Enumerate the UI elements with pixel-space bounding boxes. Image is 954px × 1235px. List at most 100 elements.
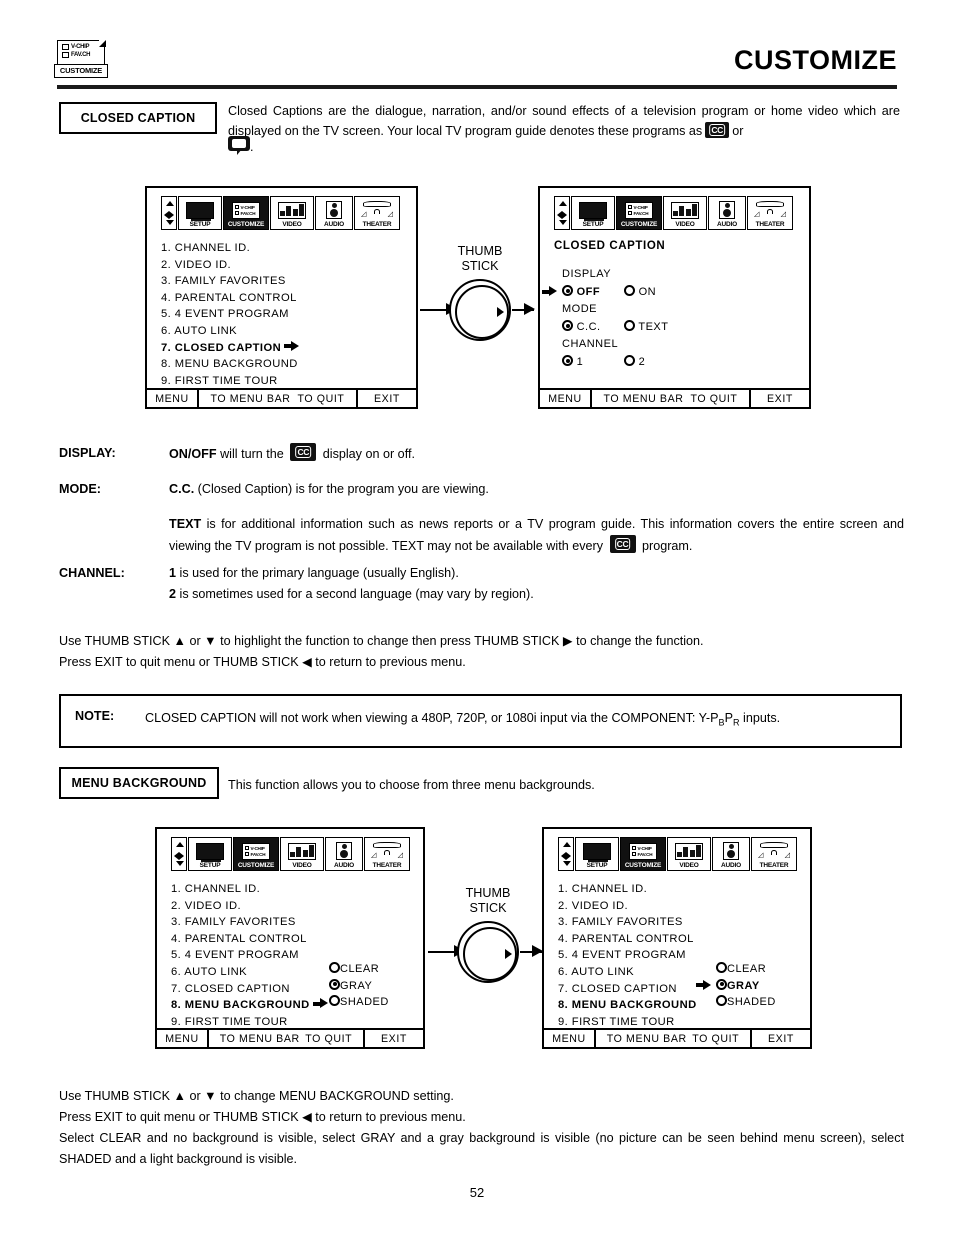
option-group-label: DISPLAY bbox=[562, 266, 668, 283]
radio-button-icon[interactable] bbox=[562, 355, 573, 366]
menu-list-item[interactable]: 6. AUTO LINK bbox=[558, 964, 697, 981]
nav-arrows-icon[interactable] bbox=[558, 837, 574, 871]
menu-list-item[interactable]: 5. 4 EVENT PROGRAM bbox=[171, 947, 328, 964]
radio-option-off[interactable]: OFF bbox=[562, 283, 624, 301]
cursor-arrow-icon bbox=[696, 979, 711, 991]
menu-tab-setup[interactable]: SETUP bbox=[178, 196, 222, 230]
radio-button-icon[interactable] bbox=[329, 962, 340, 973]
menu-list-item[interactable]: 4. PARENTAL CONTROL bbox=[171, 931, 328, 948]
menu-tab-video[interactable]: VIDEO bbox=[270, 196, 314, 230]
background-option-clear[interactable]: CLEAR bbox=[329, 961, 389, 978]
footer-exit[interactable]: EXIT bbox=[365, 1030, 423, 1047]
footer-exit[interactable]: EXIT bbox=[752, 1030, 810, 1047]
menu-tab-audio[interactable]: AUDIO bbox=[712, 837, 750, 871]
footer-exit[interactable]: EXIT bbox=[358, 390, 416, 407]
definition-line: TEXT is for additional information such … bbox=[169, 514, 904, 557]
menu-tab-customize[interactable]: V-CHIP FAV.CH CUSTOMIZE bbox=[223, 196, 269, 230]
radio-option-2[interactable]: 2 bbox=[624, 353, 645, 371]
cc-badge-icon bbox=[609, 535, 636, 553]
intro-period: . bbox=[250, 140, 254, 154]
menu-list-item[interactable]: 2. VIDEO ID. bbox=[171, 898, 328, 915]
footer-menu[interactable]: MENU bbox=[157, 1030, 209, 1047]
menu-item-label: MENU BACKGROUND bbox=[184, 999, 310, 1012]
menu-tab-video[interactable]: VIDEO bbox=[280, 837, 324, 871]
menu-tab-setup[interactable]: SETUP bbox=[575, 837, 619, 871]
background-option-shaded[interactable]: SHADED bbox=[329, 994, 389, 1011]
menu-tab-theater[interactable]: ◿ ◿ THEATER bbox=[354, 196, 400, 230]
nav-arrows-icon[interactable] bbox=[161, 196, 177, 230]
radio-option-1[interactable]: 1 bbox=[562, 353, 624, 371]
menu-tab-label: VIDEO bbox=[292, 862, 312, 869]
radio-button-icon[interactable] bbox=[716, 962, 727, 973]
option-group-label: MODE bbox=[562, 301, 668, 318]
menu-tab-label: SETUP bbox=[199, 862, 221, 869]
radio-option-text[interactable]: TEXT bbox=[624, 318, 668, 336]
footer-menu[interactable]: MENU bbox=[544, 1030, 596, 1047]
note-text-b: P bbox=[724, 711, 733, 725]
radio-button-icon[interactable] bbox=[562, 285, 573, 296]
radio-button-icon[interactable] bbox=[329, 995, 340, 1007]
menu-list-item[interactable]: 1. CHANNEL ID. bbox=[161, 240, 299, 257]
footer-menu[interactable]: MENU bbox=[147, 390, 199, 407]
footer-exit[interactable]: EXIT bbox=[751, 390, 809, 407]
menu-list-item[interactable]: 4. PARENTAL CONTROL bbox=[161, 290, 299, 307]
background-option-shaded[interactable]: SHADED bbox=[716, 994, 776, 1011]
radio-option-on[interactable]: ON bbox=[624, 283, 656, 301]
menu-list-item[interactable]: 5. 4 EVENT PROGRAM bbox=[558, 947, 697, 964]
menu-tab-audio[interactable]: AUDIO bbox=[315, 196, 353, 230]
radio-option-cc[interactable]: C.C. bbox=[562, 318, 624, 336]
radio-button-icon[interactable] bbox=[716, 995, 727, 1007]
radio-button-icon[interactable] bbox=[716, 978, 727, 990]
menu-list-item[interactable]: 3. FAMILY FAVORITES bbox=[558, 914, 697, 931]
menu-tab-audio[interactable]: AUDIO bbox=[708, 196, 746, 230]
menu-tab-customize[interactable]: V-CHIP FAV.CH CUSTOMIZE bbox=[620, 837, 666, 871]
footer-hints: TO MENU BAR TO QUIT bbox=[209, 1030, 365, 1047]
background-option-clear[interactable]: CLEAR bbox=[716, 961, 776, 978]
menu-tab-video[interactable]: VIDEO bbox=[667, 837, 711, 871]
footer-to-quit: TO QUIT bbox=[690, 392, 738, 405]
menu-tab-audio[interactable]: AUDIO bbox=[325, 837, 363, 871]
definition-text: is sometimes used for a second language … bbox=[176, 587, 534, 601]
menu-item-number: 7. bbox=[161, 341, 172, 354]
nav-arrows-icon[interactable] bbox=[171, 837, 187, 871]
radio-button-icon[interactable] bbox=[624, 285, 635, 296]
menu-list-item[interactable]: 5. 4 EVENT PROGRAM bbox=[161, 306, 299, 323]
radio-button-icon[interactable] bbox=[329, 978, 340, 990]
menu-list-item[interactable]: 7. CLOSED CAPTION bbox=[171, 981, 328, 998]
footer-menu[interactable]: MENU bbox=[540, 390, 592, 407]
radio-button-icon[interactable] bbox=[624, 355, 635, 366]
background-option-gray[interactable]: GRAY bbox=[696, 978, 776, 995]
menu-tab-video[interactable]: VIDEO bbox=[663, 196, 707, 230]
menu-item-number: 1. bbox=[161, 242, 172, 254]
menu-item-number: 7. bbox=[171, 982, 182, 995]
menu-list-item[interactable]: 9. FIRST TIME TOUR bbox=[161, 373, 299, 390]
menu-list-item[interactable]: 1. CHANNEL ID. bbox=[558, 881, 697, 898]
menu-tab-customize[interactable]: V-CHIP FAV.CH CUSTOMIZE bbox=[616, 196, 662, 230]
note-text-c: inputs. bbox=[739, 711, 781, 725]
menu-item-number: 4. bbox=[171, 932, 182, 945]
menu-list-item[interactable]: 8. MENU BACKGROUND bbox=[161, 356, 299, 373]
menu-list-item[interactable]: 3. FAMILY FAVORITES bbox=[161, 273, 299, 290]
menu-tab-theater[interactable]: ◿ ◿ THEATER bbox=[364, 837, 410, 871]
menu-list-item[interactable]: 6. AUTO LINK bbox=[161, 323, 299, 340]
radio-button-icon[interactable] bbox=[624, 320, 635, 331]
menu-list-item[interactable]: 8. MENU BACKGROUND bbox=[558, 997, 697, 1014]
menu-list-item[interactable]: 7. CLOSED CAPTION bbox=[558, 981, 697, 998]
menu-list-item[interactable]: 2. VIDEO ID. bbox=[558, 898, 697, 915]
menu-list-item[interactable]: 1. CHANNEL ID. bbox=[171, 881, 328, 898]
radio-button-icon[interactable] bbox=[562, 320, 573, 331]
menu-item-number: 4. bbox=[161, 291, 172, 304]
menu-tab-setup[interactable]: SETUP bbox=[571, 196, 615, 230]
background-option-gray[interactable]: GRAY bbox=[329, 978, 389, 995]
menu-list-item[interactable]: 3. FAMILY FAVORITES bbox=[171, 914, 328, 931]
menu-list-item[interactable]: 7. CLOSED CAPTION bbox=[161, 340, 300, 357]
menu-tab-theater[interactable]: ◿ ◿ THEATER bbox=[751, 837, 797, 871]
nav-arrows-icon[interactable] bbox=[554, 196, 570, 230]
menu-list-item[interactable]: 4. PARENTAL CONTROL bbox=[558, 931, 697, 948]
menu-list-item[interactable]: 2. VIDEO ID. bbox=[161, 257, 299, 274]
menu-list-item[interactable]: 8. MENU BACKGROUND bbox=[171, 997, 328, 1014]
menu-tab-setup[interactable]: SETUP bbox=[188, 837, 232, 871]
menu-tab-theater[interactable]: ◿ ◿ THEATER bbox=[747, 196, 793, 230]
menu-list-item[interactable]: 6. AUTO LINK bbox=[171, 964, 328, 981]
menu-tab-customize[interactable]: V-CHIP FAV.CH CUSTOMIZE bbox=[233, 837, 279, 871]
